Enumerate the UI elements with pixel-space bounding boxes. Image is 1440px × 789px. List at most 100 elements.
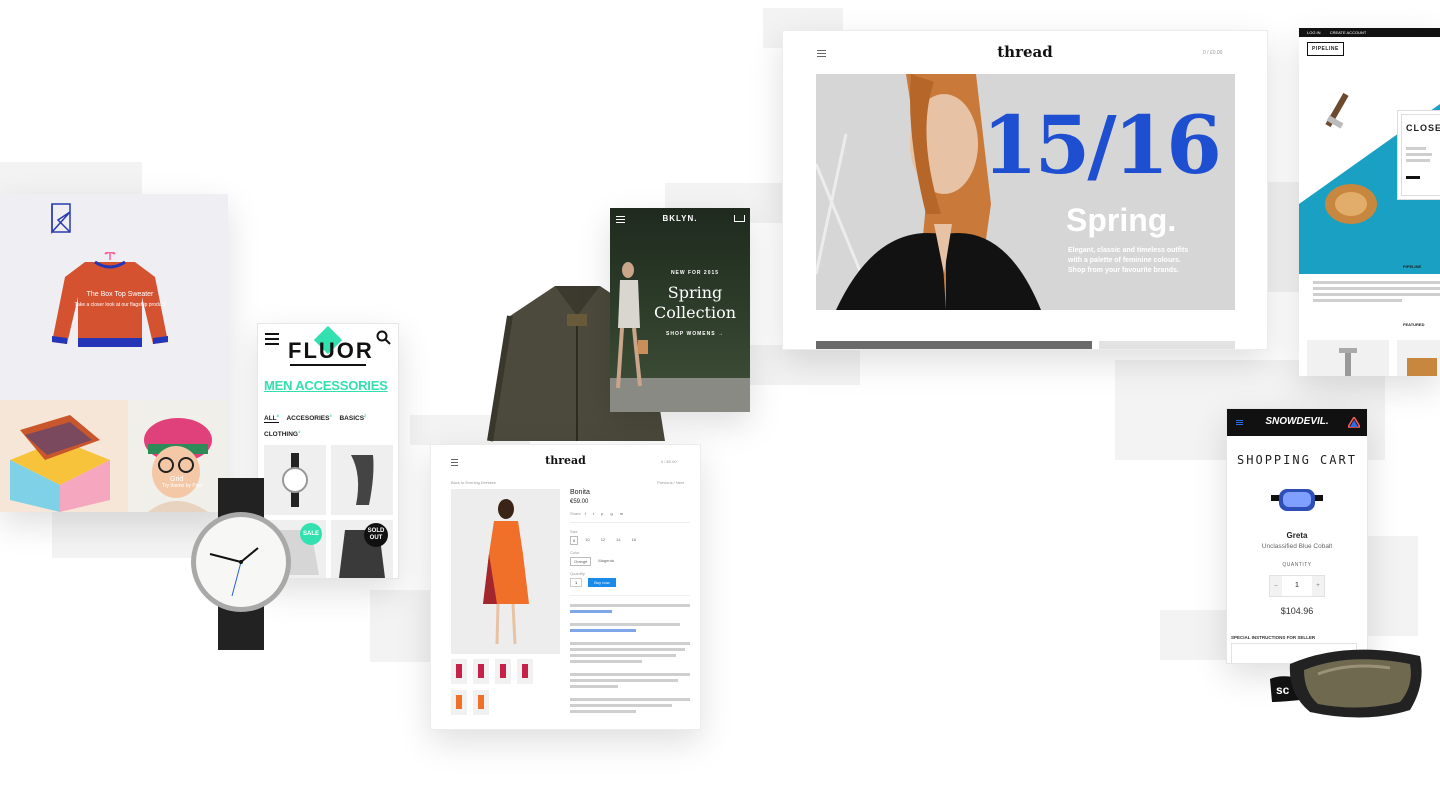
prev-next[interactable]: Previous / Next — [657, 480, 684, 485]
cart-product-name[interactable]: Greta — [1227, 531, 1367, 540]
size-option[interactable]: 8 — [570, 536, 579, 545]
bg-ghost-9 — [1366, 536, 1418, 636]
hamburger-icon[interactable] — [265, 333, 279, 345]
snowdevil-mobile-screenshot: SNOWDEVIL. SHOPPING CART Greta Unclassif… — [1226, 408, 1368, 664]
cart-icon[interactable] — [734, 215, 745, 222]
quantity-label: QUANTITY — [1282, 562, 1312, 568]
cart-heading: SHOPPING CART — [1237, 453, 1357, 467]
thumbnail[interactable] — [495, 659, 511, 684]
size-option[interactable]: 10 — [581, 536, 593, 545]
fluor-logo[interactable]: FLUOR — [288, 338, 372, 364]
quantity-input[interactable]: 1 — [570, 578, 583, 587]
size-option[interactable]: 14 — [612, 536, 624, 545]
fluor-heading: MEN ACCESSORIES — [264, 378, 388, 393]
share-icons[interactable]: f t p g m — [585, 511, 626, 516]
soldout-badge: SOLD OUT — [364, 523, 388, 547]
quantity-input[interactable]: 1 — [1282, 576, 1312, 596]
fluor-filters: ALL8 ACCESORIES4 BASICS2 CLOTHING4 — [264, 409, 394, 441]
size-option[interactable]: 12 — [597, 536, 609, 545]
filter-all[interactable]: ALL8 — [264, 413, 279, 424]
product-main-image[interactable] — [451, 489, 560, 654]
breadcrumb[interactable]: Back to Evening Dresses — [451, 480, 496, 485]
tile-boxes[interactable] — [0, 400, 128, 512]
thread-logo[interactable]: thread — [783, 43, 1267, 61]
login-link[interactable]: LOG IN — [1307, 30, 1321, 35]
cart-summary[interactable]: 0 / £0.00 — [1203, 50, 1222, 56]
quantity-decrease-button[interactable]: – — [1270, 576, 1282, 596]
product-caption-sub: Take a closer look at our flagship produ… — [74, 302, 166, 308]
size-label: Size — [570, 529, 578, 534]
cart-price: $104.96 — [1280, 606, 1314, 616]
hero-bottom-tile-2 — [1099, 341, 1235, 349]
bklyn-headline-1: Spring — [667, 283, 723, 302]
quantity-stepper: – 1 + — [1269, 575, 1325, 597]
product-price: €59.00 — [570, 499, 589, 505]
pipeline-card: CLOSE — [1397, 110, 1440, 200]
quantity-label: Quantity — [570, 571, 585, 576]
size-option[interactable]: 16 — [628, 536, 640, 545]
buy-now-button[interactable]: Buy now — [588, 578, 616, 587]
logo-icon — [51, 203, 71, 234]
filter-accesories[interactable]: ACCESORIES4 — [286, 413, 331, 422]
pipeline-intro-text — [1313, 278, 1440, 305]
size-options: 8 10 12 14 16 — [570, 536, 690, 545]
search-icon[interactable] — [376, 330, 391, 345]
sale-badge: SALE — [300, 523, 322, 545]
featured-product-tile[interactable] — [1397, 340, 1440, 376]
thumbnail[interactable] — [517, 659, 533, 684]
thread-home-screenshot: thread 0 / £0.00 15/16 Spring. Elegant, … — [782, 30, 1268, 350]
goggles-image: sc — [1270, 644, 1424, 722]
product-tile-scarf[interactable] — [331, 445, 393, 515]
cart-product-variant: Unclassified Blue Cobalt — [1261, 543, 1333, 550]
snowdevil-header: SNOWDEVIL. — [1227, 409, 1367, 436]
color-option[interactable]: Orange — [570, 557, 592, 566]
instructions-label: SPECIAL INSTRUCTIONS FOR SELLER — [1231, 635, 1316, 640]
thread-product-screenshot: thread 0 / $0.00 Back to Evening Dresses… — [430, 444, 701, 730]
thumbnail[interactable] — [473, 690, 489, 715]
pipeline-featured-label: FEATURED — [1403, 322, 1425, 327]
hero-season: Spring. — [1066, 202, 1177, 238]
cart-summary[interactable]: 0 / $0.00 — [661, 459, 677, 464]
create-account-link[interactable]: CREATE ACCOUNT — [1330, 30, 1367, 35]
quantity-increase-button[interactable]: + — [1312, 576, 1324, 596]
thread-logo[interactable]: thread — [431, 454, 700, 467]
hero-bottom-tile-1 — [816, 341, 1092, 349]
product-thumbnails — [451, 659, 561, 715]
hero-big-number: 15/16 — [982, 98, 1222, 192]
filter-basics[interactable]: BASICS2 — [339, 413, 366, 422]
bg-ghost-11 — [750, 345, 860, 385]
color-label: Color — [570, 550, 580, 555]
bklyn-logo[interactable]: BKLYN. — [610, 214, 750, 223]
thumbnail[interactable] — [451, 690, 467, 715]
snowdevil-logo[interactable]: SNOWDEVIL. — [1227, 416, 1367, 427]
featured-product-tile[interactable] — [1307, 340, 1389, 376]
product-name: Bonita — [570, 489, 590, 496]
hero-tagline-1: Elegant, classic and timeless outfits — [1068, 247, 1189, 254]
product-caption-title: The Box Top Sweater — [86, 291, 154, 298]
pipeline-logo[interactable]: PIPELINE — [1307, 42, 1344, 56]
pipeline-topbar: LOG IN CREATE ACCOUNT — [1299, 28, 1440, 37]
pipeline-store-screenshot: LOG IN CREATE ACCOUNT PIPELINE CLOSE PIP… — [1299, 28, 1440, 376]
bklyn-headline-2: Collection — [653, 303, 737, 322]
bklyn-mobile-screenshot: BKLYN. NEW FOR 2015 Spring Collection SH… — [610, 208, 750, 412]
goggles-thumbnail[interactable] — [1271, 487, 1323, 513]
color-options: Orange Magenta — [570, 557, 690, 566]
bg-ghost-10 — [1160, 610, 1230, 660]
svg-text:sc: sc — [1276, 683, 1290, 697]
hero-tagline-3: Shop from your favourite brands. — [1068, 267, 1179, 274]
cart-icon[interactable] — [1348, 417, 1360, 428]
color-option[interactable]: Magenta — [595, 557, 617, 566]
share-label: Share — [570, 511, 581, 516]
hero-banner[interactable]: 15/16 Spring. Elegant, classic and timel… — [816, 74, 1235, 310]
carousel-dots[interactable] — [674, 403, 684, 412]
bklyn-cta[interactable]: SHOP WOMENS → — [640, 331, 750, 337]
thumbnail[interactable] — [451, 659, 467, 684]
pipeline-section-label: PIPELINE — [1403, 264, 1422, 269]
kaleido-store-screenshot: The Box Top Sweater Take a closer look a… — [0, 194, 228, 512]
watch-image — [188, 478, 298, 650]
bklyn-eyebrow: NEW FOR 2015 — [670, 270, 720, 276]
product-description — [570, 604, 690, 713]
thumbnail[interactable] — [473, 659, 489, 684]
filter-clothing[interactable]: CLOTHING4 — [264, 429, 300, 438]
hero-tagline-2: with a palette of feminine colours. — [1068, 257, 1181, 264]
